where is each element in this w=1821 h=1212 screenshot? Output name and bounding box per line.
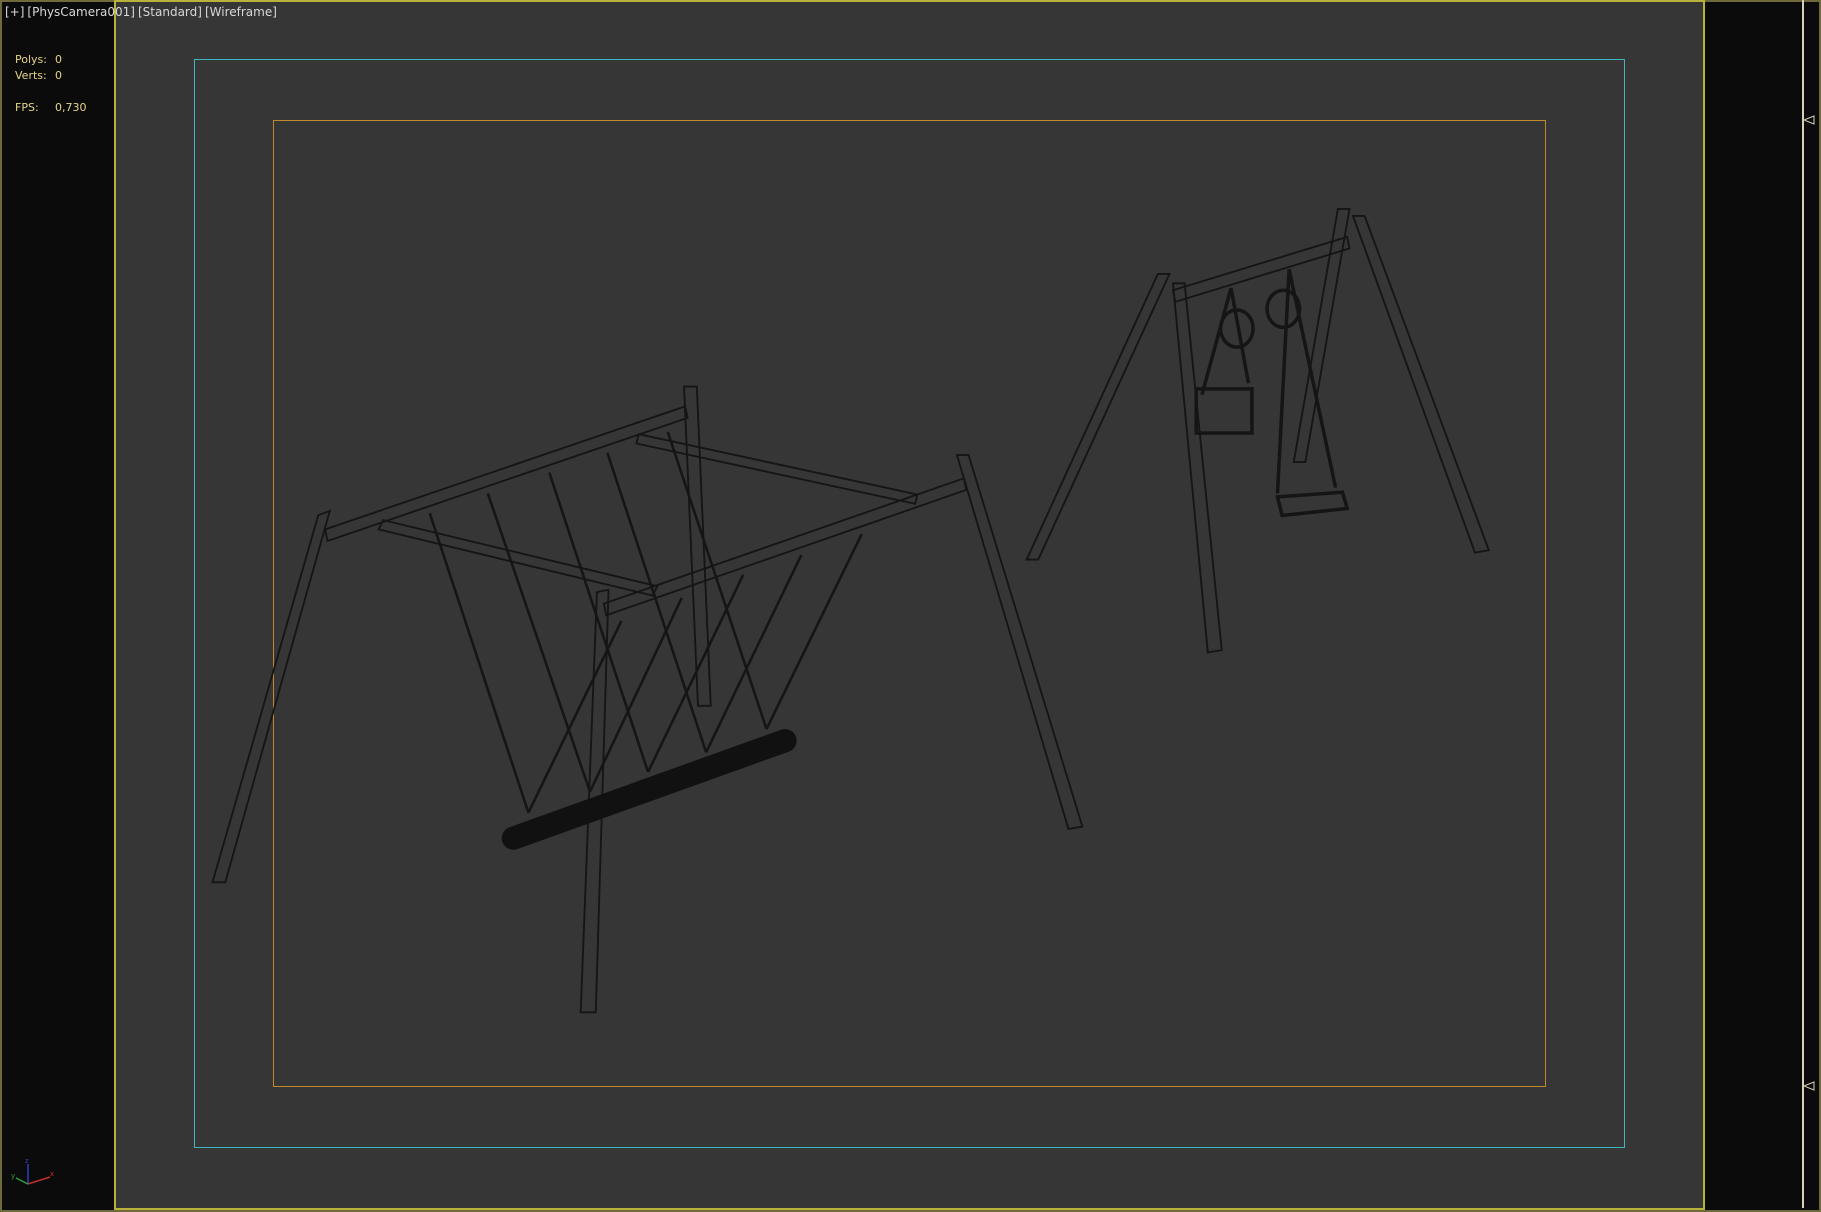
beam: [602, 477, 968, 617]
leg: [1025, 273, 1171, 561]
swing-bar: [501, 729, 797, 850]
wireframe-scene: [211, 208, 1491, 1014]
beam: [635, 433, 919, 505]
leg: [1351, 215, 1491, 554]
axis-gizmo-icon: z x y: [11, 1157, 54, 1185]
leg: [211, 509, 332, 884]
leg: [955, 454, 1084, 830]
range-marker-bottom-icon[interactable]: [1803, 1081, 1815, 1091]
swing-set-small: [1025, 208, 1491, 654]
swing-set-large: [211, 385, 1084, 1014]
axis-x-label: x: [50, 1170, 54, 1178]
range-marker-top-icon[interactable]: [1803, 115, 1815, 125]
timeline-slider-track[interactable]: [1802, 0, 1804, 1208]
beam: [324, 405, 689, 543]
axis-y-label: y: [11, 1172, 15, 1180]
axis-z-label: z: [25, 1157, 29, 1165]
leg: [1171, 282, 1223, 654]
